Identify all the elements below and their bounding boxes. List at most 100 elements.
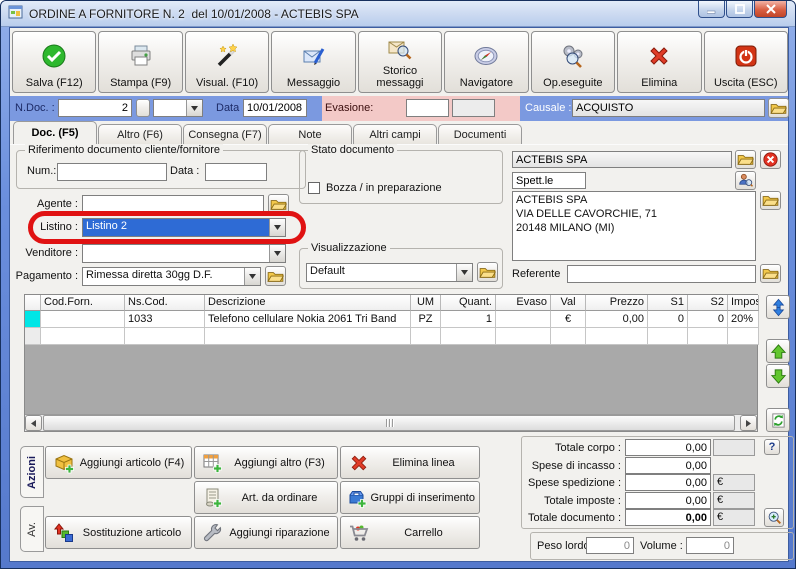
evasione-secondary-field	[452, 99, 495, 117]
row-selector-cell[interactable]	[25, 328, 41, 345]
titlebar[interactable]: ORDINE A FORNITORE N. 2 del 10/01/2008 -…	[1, 1, 795, 27]
address-lookup-button[interactable]	[760, 191, 781, 210]
spese-spedizione-input[interactable]	[625, 474, 711, 491]
window-title: ORDINE A FORNITORE N. 2 del 10/01/2008 -…	[29, 6, 359, 21]
refresh-button[interactable]	[766, 408, 790, 432]
supplier-lookup-button[interactable]	[735, 150, 756, 169]
maximize-button[interactable]	[726, 1, 753, 18]
add-article-button[interactable]: Aggiungi articolo (F4)	[45, 446, 192, 479]
folder-icon	[267, 271, 284, 282]
causale-input[interactable]	[572, 99, 765, 117]
chevron-down-icon[interactable]	[269, 245, 285, 262]
delete-button[interactable]: Elimina	[617, 31, 702, 93]
date-input[interactable]	[243, 99, 307, 117]
insert-groups-button[interactable]: Gruppi di inserimento	[340, 481, 480, 514]
person-search-icon	[739, 173, 753, 187]
agente-lookup-button[interactable]	[268, 194, 289, 214]
preview-button[interactable]: Visual. (F10)	[184, 31, 270, 93]
delete-line-button[interactable]: Elimina linea	[340, 446, 480, 479]
visualizzazione-combo[interactable]: Default	[306, 263, 473, 282]
message-history-button[interactable]: Storico messaggi	[357, 31, 443, 93]
table-row-empty[interactable]	[25, 328, 759, 345]
scroll-right-button[interactable]	[740, 415, 757, 431]
totale-imposte-input[interactable]	[625, 492, 711, 509]
evasione-input[interactable]	[406, 99, 449, 117]
tab-documenti[interactable]: Documenti	[438, 124, 522, 144]
ndoc-input[interactable]	[58, 99, 132, 117]
pagamento-combo[interactable]: Rimessa diretta 30gg D.F.	[82, 267, 261, 286]
total-corpo-input[interactable]	[625, 439, 711, 456]
close-button[interactable]	[754, 1, 787, 18]
move-up-button[interactable]	[766, 339, 790, 363]
row-selector-cell[interactable]	[25, 311, 41, 328]
supplier-name-field[interactable]	[512, 151, 732, 168]
minimize-button[interactable]	[698, 1, 725, 18]
tab-azioni[interactable]: Azioni	[20, 446, 44, 498]
cart-button[interactable]: Carrello	[340, 516, 480, 549]
totals-detail-button[interactable]	[764, 508, 784, 527]
listino-combo[interactable]: Listino 2	[82, 218, 286, 237]
rif-data-input[interactable]	[205, 163, 267, 181]
supplier-address-box[interactable]: ACTEBIS SPA VIA DELLE CAVORCHIE, 71 2014…	[512, 191, 756, 261]
articles-to-order-button[interactable]: Art. da ordinare	[194, 481, 338, 514]
pagamento-lookup-button[interactable]	[265, 266, 286, 286]
causale-lookup-button[interactable]	[768, 98, 789, 118]
evasione-label: Evasione:	[325, 102, 374, 114]
chevron-down-icon[interactable]	[456, 264, 472, 281]
ndoc-variant-combo[interactable]	[153, 99, 203, 117]
venditore-combo[interactable]	[82, 244, 286, 263]
gears-search-icon	[560, 32, 586, 77]
box-plus-icon	[346, 487, 370, 509]
visualizzazione-lookup-button[interactable]	[477, 262, 498, 282]
volume-input[interactable]	[686, 537, 734, 554]
grid-horizontal-scrollbar[interactable]	[25, 414, 757, 431]
add-repair-button[interactable]: Aggiungi riparazione	[194, 516, 338, 549]
ndoc-spin-button[interactable]	[136, 99, 150, 117]
chevron-down-icon[interactable]	[244, 268, 260, 285]
chevron-down-icon[interactable]	[186, 100, 202, 116]
totale-documento-input[interactable]	[625, 509, 711, 526]
message-button[interactable]: Messaggio	[271, 31, 356, 93]
totale-documento-row: Totale documento : €	[525, 509, 755, 526]
agente-input[interactable]	[82, 195, 264, 213]
exit-button[interactable]: Uscita (ESC)	[703, 31, 788, 93]
scroll-left-button[interactable]	[25, 415, 42, 431]
move-down-button[interactable]	[766, 364, 790, 388]
salutation-input[interactable]	[512, 172, 586, 189]
close-icon	[765, 4, 776, 14]
supplier-clear-button[interactable]	[760, 150, 781, 169]
add-other-button[interactable]: Aggiungi altro (F3)	[194, 446, 338, 479]
table-row[interactable]: 1033 Telefono cellulare Nokia 2061 Tri B…	[25, 311, 759, 328]
tab-doc[interactable]: Doc. (F5)	[13, 121, 97, 144]
totals-help-button[interactable]: ?	[764, 439, 780, 455]
chevron-down-icon[interactable]	[269, 219, 285, 236]
referente-input[interactable]	[567, 265, 756, 283]
replace-article-button[interactable]: Sostituzione articolo	[45, 516, 192, 549]
referente-label: Referente	[512, 268, 561, 280]
tab-note[interactable]: Note	[268, 124, 352, 144]
grid-header: Impos	[728, 295, 759, 311]
peso-lordo-input[interactable]	[586, 537, 634, 554]
num-input[interactable]	[57, 163, 167, 181]
tab-altri-campi[interactable]: Altri campi	[353, 124, 437, 144]
referente-lookup-button[interactable]	[760, 264, 781, 283]
grid-header: Quant.	[441, 295, 496, 311]
navigator-label: Navigatore	[459, 77, 513, 89]
tab-consegna[interactable]: Consegna (F7)	[183, 124, 267, 144]
navigator-button[interactable]: Navigatore	[444, 31, 529, 93]
move-line-button[interactable]	[766, 295, 790, 319]
operations-button[interactable]: Op.eseguite	[530, 31, 616, 93]
spese-incasso-input[interactable]	[625, 457, 711, 474]
window-icon	[8, 4, 24, 23]
riferimento-groupbox: Riferimento documento cliente/fornitore …	[16, 144, 306, 189]
tab-avanzate[interactable]: Av.	[20, 506, 44, 552]
ndoc-label: N.Doc. :	[15, 102, 55, 114]
bozza-checkbox[interactable]	[308, 182, 320, 194]
volume-label: Volume :	[640, 540, 683, 552]
save-button[interactable]: Salva (F12)	[12, 31, 97, 93]
scrollbar-thumb[interactable]	[43, 415, 735, 431]
folder-icon	[770, 103, 787, 114]
print-button[interactable]: Stampa (F9)	[98, 31, 183, 93]
tab-altro[interactable]: Altro (F6)	[98, 124, 182, 144]
contact-search-button[interactable]	[735, 171, 756, 190]
